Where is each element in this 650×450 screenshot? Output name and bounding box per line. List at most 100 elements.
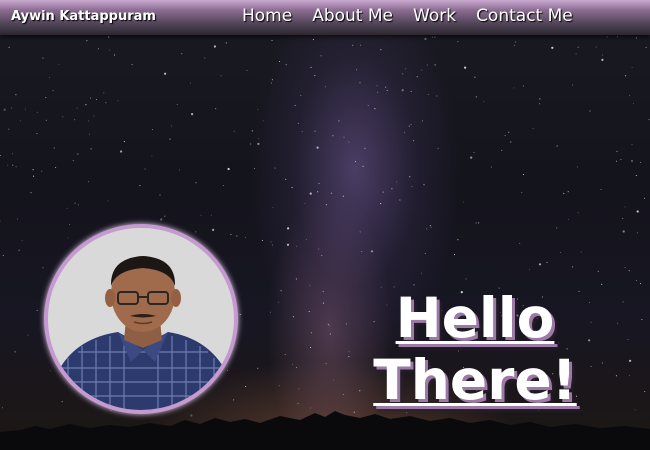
star bbox=[66, 207, 68, 209]
nav-item-about-me[interactable]: About Me bbox=[312, 6, 393, 26]
star bbox=[270, 241, 272, 243]
star bbox=[639, 161, 642, 163]
nav-item-contact-me[interactable]: Contact Me bbox=[476, 6, 573, 26]
star bbox=[402, 73, 404, 75]
star bbox=[399, 199, 401, 201]
star bbox=[295, 245, 298, 247]
star bbox=[632, 102, 635, 105]
nav-item-work[interactable]: Work bbox=[413, 6, 456, 26]
star bbox=[292, 316, 294, 318]
star bbox=[215, 108, 217, 110]
site-brand-name[interactable]: Aywin Kattappuram bbox=[11, 9, 156, 24]
star bbox=[210, 214, 212, 216]
star bbox=[294, 104, 296, 106]
star bbox=[305, 238, 307, 241]
star bbox=[327, 323, 329, 325]
star bbox=[225, 42, 227, 44]
star bbox=[437, 147, 439, 149]
star bbox=[382, 191, 384, 193]
star bbox=[628, 270, 630, 272]
star bbox=[321, 255, 323, 257]
star bbox=[411, 186, 413, 188]
star bbox=[105, 102, 107, 104]
star bbox=[631, 143, 633, 146]
star bbox=[577, 212, 579, 214]
star bbox=[416, 76, 418, 78]
star bbox=[151, 155, 153, 157]
star bbox=[478, 222, 480, 224]
star bbox=[330, 192, 332, 194]
nav-item-home[interactable]: Home bbox=[242, 6, 292, 26]
star bbox=[401, 89, 404, 92]
star bbox=[15, 166, 17, 168]
star bbox=[567, 191, 569, 193]
star bbox=[253, 167, 256, 170]
star bbox=[90, 97, 92, 99]
star bbox=[490, 166, 492, 168]
star bbox=[262, 120, 264, 122]
star bbox=[16, 218, 18, 220]
star bbox=[103, 92, 105, 94]
star bbox=[434, 36, 436, 38]
star bbox=[355, 69, 358, 71]
star bbox=[364, 147, 366, 149]
star bbox=[421, 272, 423, 274]
star bbox=[280, 290, 282, 292]
star bbox=[318, 248, 320, 250]
star bbox=[409, 176, 411, 178]
star bbox=[14, 351, 16, 353]
star bbox=[556, 227, 558, 229]
star bbox=[257, 108, 259, 111]
star bbox=[602, 54, 604, 56]
star bbox=[117, 100, 119, 102]
star bbox=[304, 202, 306, 205]
star bbox=[87, 120, 89, 122]
star bbox=[49, 370, 51, 372]
star bbox=[370, 250, 374, 253]
star bbox=[342, 195, 344, 197]
star bbox=[45, 96, 47, 98]
star bbox=[645, 47, 647, 49]
star bbox=[559, 251, 562, 253]
star bbox=[474, 76, 476, 78]
star bbox=[374, 108, 376, 110]
star bbox=[164, 215, 166, 217]
star bbox=[597, 270, 599, 272]
star bbox=[577, 46, 579, 48]
star bbox=[74, 119, 76, 121]
star bbox=[113, 54, 116, 56]
star bbox=[261, 239, 263, 241]
star bbox=[222, 184, 224, 187]
star bbox=[426, 64, 428, 66]
star bbox=[308, 310, 310, 313]
star bbox=[200, 214, 202, 216]
star bbox=[257, 142, 260, 145]
star bbox=[322, 291, 324, 293]
star bbox=[601, 283, 603, 285]
star bbox=[278, 301, 280, 303]
star bbox=[423, 184, 425, 186]
star bbox=[404, 132, 406, 134]
star bbox=[624, 266, 626, 269]
star bbox=[475, 222, 477, 224]
star bbox=[0, 220, 1, 222]
star bbox=[36, 309, 38, 312]
star bbox=[251, 130, 253, 132]
star bbox=[622, 230, 625, 233]
star bbox=[286, 243, 290, 246]
star bbox=[316, 146, 319, 149]
star bbox=[258, 138, 260, 140]
star bbox=[572, 84, 574, 86]
star bbox=[295, 278, 297, 280]
star bbox=[164, 72, 167, 75]
star bbox=[615, 160, 618, 162]
star bbox=[239, 314, 241, 316]
star bbox=[310, 346, 312, 349]
star bbox=[45, 119, 47, 121]
star bbox=[622, 301, 624, 303]
star bbox=[32, 169, 34, 171]
star bbox=[12, 164, 14, 166]
star bbox=[457, 41, 459, 43]
star bbox=[301, 130, 303, 133]
star bbox=[635, 174, 637, 177]
